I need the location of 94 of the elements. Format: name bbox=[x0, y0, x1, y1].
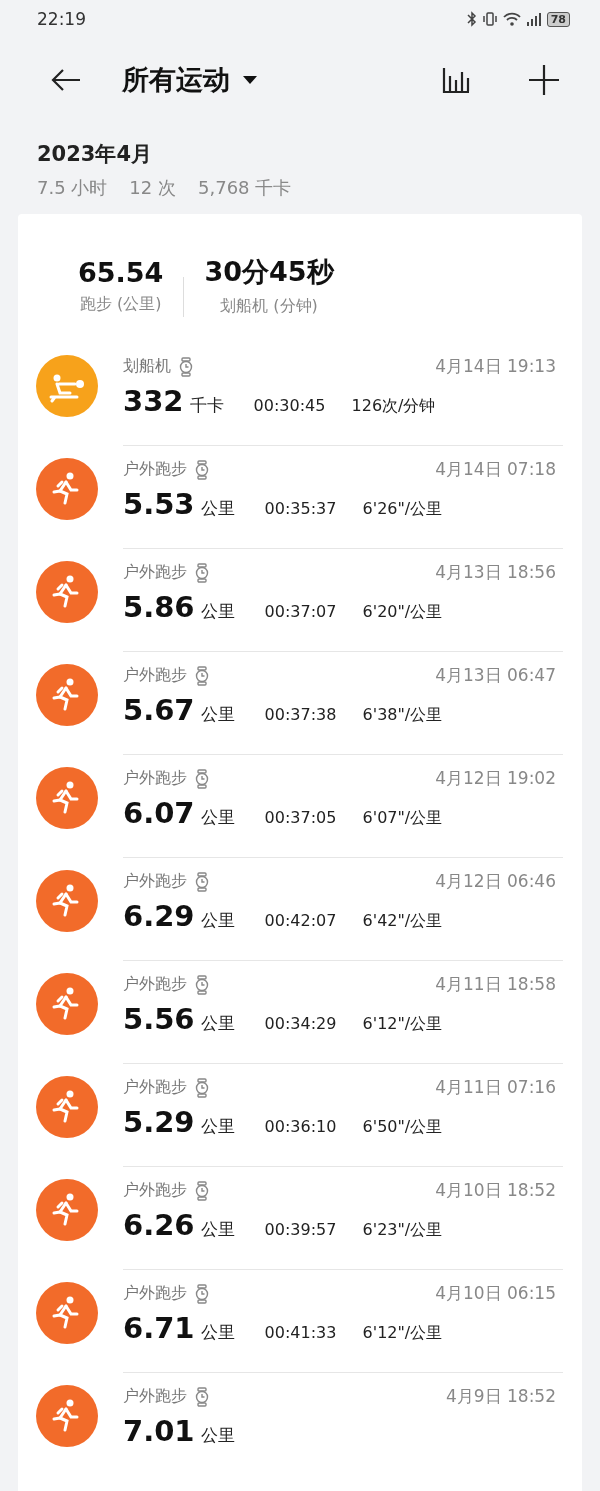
workout-pace: 6'20"/公里 bbox=[362, 602, 443, 621]
workout-value: 5.67 bbox=[123, 693, 195, 727]
workout-name: 户外跑步 bbox=[123, 1283, 187, 1304]
workout-date: 4月14日 19:13 bbox=[435, 355, 556, 378]
workout-value: 5.56 bbox=[123, 1002, 195, 1036]
bluetooth-icon bbox=[466, 11, 477, 27]
workout-date: 4月12日 06:46 bbox=[435, 870, 556, 893]
workout-unit: 公里 bbox=[200, 498, 235, 518]
workout-date: 4月13日 18:56 bbox=[435, 561, 556, 584]
workout-unit: 公里 bbox=[200, 1425, 235, 1445]
workout-value: 6.07 bbox=[123, 796, 195, 830]
workout-date: 4月11日 07:16 bbox=[435, 1076, 556, 1099]
workout-value: 332 bbox=[123, 384, 184, 418]
summary-value: 65.54 bbox=[78, 256, 164, 288]
wifi-icon bbox=[502, 12, 521, 26]
workout-duration: 00:35:37 bbox=[264, 499, 337, 518]
workout-unit: 公里 bbox=[200, 601, 235, 621]
status-time: 22:19 bbox=[37, 9, 86, 29]
workout-name: 户外跑步 bbox=[123, 1386, 187, 1407]
workout-name: 户外跑步 bbox=[123, 974, 187, 995]
workout-duration: 00:42:07 bbox=[264, 911, 337, 930]
month-stat: 12 次 bbox=[129, 176, 176, 200]
workout-value: 5.53 bbox=[123, 487, 195, 521]
workout-pace: 6'26"/公里 bbox=[362, 499, 443, 518]
workout-duration: 00:36:10 bbox=[264, 1117, 337, 1136]
workout-unit: 公里 bbox=[200, 704, 235, 724]
vibrate-icon bbox=[481, 11, 498, 27]
workout-pace: 6'42"/公里 bbox=[362, 911, 443, 930]
workout-value: 6.71 bbox=[123, 1311, 195, 1345]
workout-name: 户外跑步 bbox=[123, 1077, 187, 1098]
back-button[interactable] bbox=[50, 68, 82, 92]
watch-icon bbox=[195, 974, 209, 995]
workout-name: 户外跑步 bbox=[123, 768, 187, 789]
workout-date: 4月11日 18:58 bbox=[435, 973, 556, 996]
watch-icon bbox=[195, 459, 209, 480]
workout-value: 5.86 bbox=[123, 590, 195, 624]
signal-icon bbox=[525, 12, 542, 26]
workout-pace: 6'12"/公里 bbox=[362, 1323, 443, 1342]
watch-icon bbox=[179, 356, 193, 377]
month-title: 2023年4月 bbox=[37, 141, 154, 168]
workout-unit: 公里 bbox=[200, 1013, 235, 1033]
workout-pace: 6'50"/公里 bbox=[362, 1117, 443, 1136]
workout-pace: 6'23"/公里 bbox=[362, 1220, 443, 1239]
sport-filter-title[interactable]: 所有运动 bbox=[122, 62, 230, 98]
workout-pace: 126次/分钟 bbox=[351, 396, 436, 415]
workout-pace: 6'38"/公里 bbox=[362, 705, 443, 724]
workout-date: 4月14日 07:18 bbox=[435, 458, 556, 481]
month-stat: 5,768 千卡 bbox=[198, 176, 292, 200]
workout-date: 4月13日 06:47 bbox=[435, 664, 556, 687]
workout-date: 4月10日 06:15 bbox=[435, 1282, 556, 1305]
workout-name: 户外跑步 bbox=[123, 459, 187, 480]
workout-duration: 00:39:57 bbox=[264, 1220, 337, 1239]
workout-unit: 千卡 bbox=[189, 395, 224, 415]
watch-icon bbox=[195, 1180, 209, 1201]
workout-unit: 公里 bbox=[200, 807, 235, 827]
workout-pace: 6'12"/公里 bbox=[362, 1014, 443, 1033]
workout-duration: 00:30:45 bbox=[253, 396, 326, 415]
workout-value: 6.26 bbox=[123, 1208, 195, 1242]
summary-label: 划船机 (分钟) bbox=[220, 296, 318, 317]
workout-unit: 公里 bbox=[200, 1116, 235, 1136]
workout-duration: 00:41:33 bbox=[264, 1323, 337, 1342]
workout-name: 户外跑步 bbox=[123, 665, 187, 686]
workout-value: 6.29 bbox=[123, 899, 195, 933]
watch-icon bbox=[195, 768, 209, 789]
watch-icon bbox=[195, 1283, 209, 1304]
workout-unit: 公里 bbox=[200, 1219, 235, 1239]
workout-date: 4月9日 18:52 bbox=[445, 1385, 556, 1408]
workout-name: 户外跑步 bbox=[123, 562, 187, 583]
watch-icon bbox=[195, 1386, 209, 1407]
workout-date: 4月10日 18:52 bbox=[435, 1179, 556, 1202]
workout-name: 划船机 bbox=[123, 356, 171, 377]
workout-name: 户外跑步 bbox=[123, 1180, 187, 1201]
summary-label: 跑步 (公里) bbox=[79, 293, 162, 315]
workout-unit: 公里 bbox=[200, 910, 235, 930]
workout-name: 户外跑步 bbox=[123, 871, 187, 892]
statistics-button[interactable] bbox=[442, 66, 470, 94]
battery-level: 78 bbox=[546, 11, 570, 27]
watch-icon bbox=[195, 871, 209, 892]
workout-duration: 00:34:29 bbox=[264, 1014, 337, 1033]
workout-duration: 00:37:38 bbox=[264, 705, 337, 724]
workout-unit: 公里 bbox=[200, 1322, 235, 1342]
workout-duration: 00:37:07 bbox=[264, 602, 337, 621]
watch-icon bbox=[195, 665, 209, 686]
workout-value: 7.01 bbox=[123, 1414, 195, 1448]
watch-icon bbox=[195, 1077, 209, 1098]
watch-icon bbox=[195, 562, 209, 583]
workout-duration: 00:37:05 bbox=[264, 808, 337, 827]
workout-value: 5.29 bbox=[123, 1105, 195, 1139]
workout-date: 4月12日 19:02 bbox=[435, 767, 556, 790]
summary-value: 30分45秒 bbox=[204, 255, 334, 289]
add-button[interactable] bbox=[528, 64, 560, 96]
workout-pace: 6'07"/公里 bbox=[362, 808, 443, 827]
month-stat: 7.5 小时 bbox=[37, 176, 108, 200]
dropdown-caret-icon[interactable] bbox=[242, 75, 258, 85]
